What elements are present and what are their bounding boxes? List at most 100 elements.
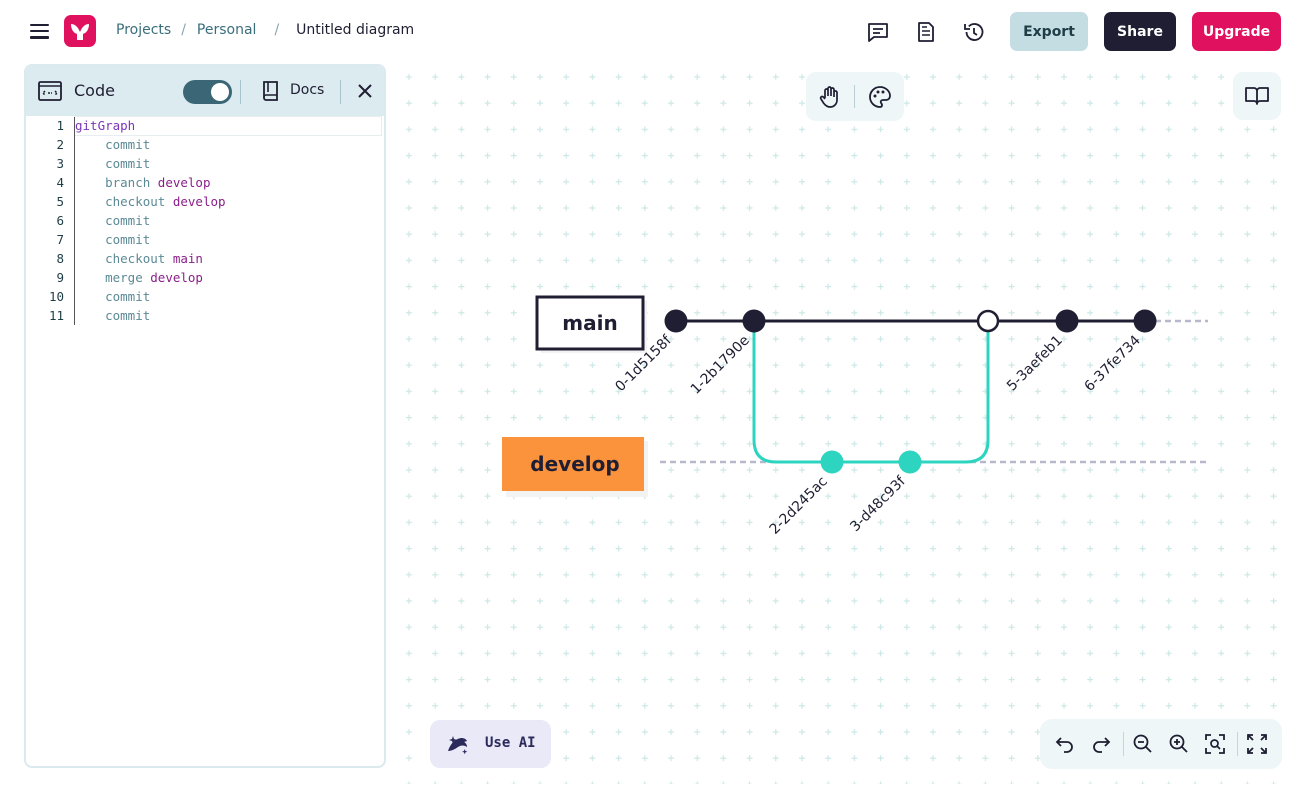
menu-icon[interactable]: [28, 20, 52, 44]
share-button[interactable]: Share: [1104, 12, 1176, 51]
code-keyword: checkout: [75, 194, 173, 209]
code-text: commit: [75, 287, 150, 306]
commit-node: [820, 450, 844, 474]
redo-icon[interactable]: [1089, 732, 1113, 756]
commit-node: [1055, 309, 1079, 333]
use-ai-button[interactable]: Use AI: [430, 720, 551, 768]
zoom-controls: [1040, 719, 1282, 769]
merge-commit-node: [976, 309, 1000, 333]
code-keyword: commit: [75, 289, 151, 304]
code-argument: develop: [172, 194, 226, 209]
ai-dolphin-icon: [448, 736, 468, 755]
line-number: 8: [56, 251, 64, 266]
code-keyword: gitGraph: [75, 118, 136, 133]
examples-button[interactable]: [1233, 72, 1281, 120]
code-text: branch develop: [75, 173, 210, 192]
line-number: 1: [56, 118, 64, 133]
docs-link[interactable]: Docs: [290, 82, 324, 98]
code-argument: develop: [150, 270, 203, 285]
code-text: commit: [75, 135, 150, 154]
zoom-out-icon[interactable]: [1131, 732, 1155, 756]
line-number: 2: [56, 137, 64, 152]
diagram-title[interactable]: Untitled diagram: [296, 22, 414, 38]
panel-title: Code: [74, 81, 115, 100]
line-number: 3: [56, 156, 64, 171]
code-argument: main: [172, 251, 203, 266]
divider: [240, 80, 241, 104]
code-text: checkout main: [75, 249, 203, 268]
develop-branch-label: develop: [530, 452, 619, 476]
line-number: 5: [56, 194, 64, 209]
export-button[interactable]: Export: [1010, 12, 1088, 51]
code-keyword: commit: [75, 232, 151, 247]
code-line[interactable]: 6 commit: [26, 211, 384, 230]
code-text: gitGraph: [75, 116, 135, 135]
code-argument: develop: [157, 175, 211, 190]
divider: [1123, 732, 1124, 756]
line-number: 11: [48, 308, 64, 323]
breadcrumb-separator: /: [181, 22, 186, 38]
code-text: merge develop: [75, 268, 203, 287]
palette-icon[interactable]: [867, 84, 893, 110]
breadcrumb: Projects / Personal / Untitled diagram: [116, 22, 414, 38]
diagram-canvas[interactable]: maindevelop0-1d5158f 1-2b1790e2-2d245ac 3-…: [396, 64, 1296, 784]
undo-icon[interactable]: [1053, 732, 1077, 756]
code-line[interactable]: 4 branch develop: [26, 173, 384, 192]
code-keyword: merge: [75, 270, 151, 285]
code-panel-header: Code Docs: [26, 66, 384, 116]
code-keyword: branch: [75, 175, 158, 190]
book-icon[interactable]: [260, 80, 282, 102]
code-line[interactable]: 5 checkout develop: [26, 192, 384, 211]
fullscreen-icon[interactable]: [1245, 732, 1269, 756]
code-line[interactable]: 10 commit: [26, 287, 384, 306]
commit-node: [1133, 309, 1157, 333]
divider: [1237, 732, 1238, 756]
breadcrumb-personal[interactable]: Personal: [197, 22, 257, 38]
code-keyword: checkout: [75, 251, 173, 266]
code-line[interactable]: 2 commit: [26, 135, 384, 154]
document-icon[interactable]: [914, 20, 938, 44]
code-line[interactable]: 11 commit: [26, 306, 384, 325]
code-line[interactable]: 7 commit: [26, 230, 384, 249]
code-keyword: commit: [75, 213, 151, 228]
line-number: 4: [56, 175, 64, 190]
commit-node: [898, 450, 922, 474]
divider: [340, 80, 341, 104]
code-text: commit: [75, 230, 150, 249]
code-editor[interactable]: 1 gitGraph 2 commit 3 commit 4 branch develo…: [26, 116, 384, 766]
commit-node: [742, 309, 766, 333]
breadcrumb-separator: /: [274, 22, 280, 38]
line-number: 9: [56, 270, 64, 285]
toggle-knob: [211, 83, 229, 101]
code-icon: [38, 81, 62, 101]
hand-icon[interactable]: [817, 84, 843, 110]
code-text: checkout develop: [75, 192, 226, 211]
top-bar: Projects / Personal / Untitled diagram E…: [0, 0, 1305, 64]
upgrade-button[interactable]: Upgrade: [1192, 12, 1281, 51]
gutter-rule: [74, 116, 75, 135]
canvas-toolbar: [806, 72, 904, 121]
code-line[interactable]: 9 merge develop: [26, 268, 384, 287]
use-ai-label: Use AI: [485, 735, 536, 751]
auto-sync-toggle[interactable]: [183, 80, 232, 104]
code-line[interactable]: 1 gitGraph: [26, 116, 384, 136]
code-text: commit: [75, 306, 150, 325]
code-keyword: commit: [75, 137, 151, 152]
breadcrumb-projects[interactable]: Projects: [116, 22, 171, 38]
mermaid-logo[interactable]: [64, 15, 96, 47]
line-number: 6: [56, 213, 64, 228]
comment-icon[interactable]: [866, 20, 890, 44]
close-icon[interactable]: [354, 80, 376, 102]
line-number: 7: [56, 232, 64, 247]
line-number: 10: [48, 289, 64, 304]
fit-icon[interactable]: [1203, 732, 1227, 756]
code-panel: Code Docs 1 gitGraph 2 commit 3 commit 4 bra…: [24, 64, 386, 768]
code-keyword: commit: [75, 308, 151, 323]
zoom-in-icon[interactable]: [1167, 732, 1191, 756]
history-icon[interactable]: [962, 20, 986, 44]
code-line[interactable]: 3 commit: [26, 154, 384, 173]
code-line[interactable]: 8 checkout main: [26, 249, 384, 268]
open-book-icon: [1245, 87, 1269, 105]
code-text: commit: [75, 154, 150, 173]
code-keyword: commit: [75, 156, 151, 171]
